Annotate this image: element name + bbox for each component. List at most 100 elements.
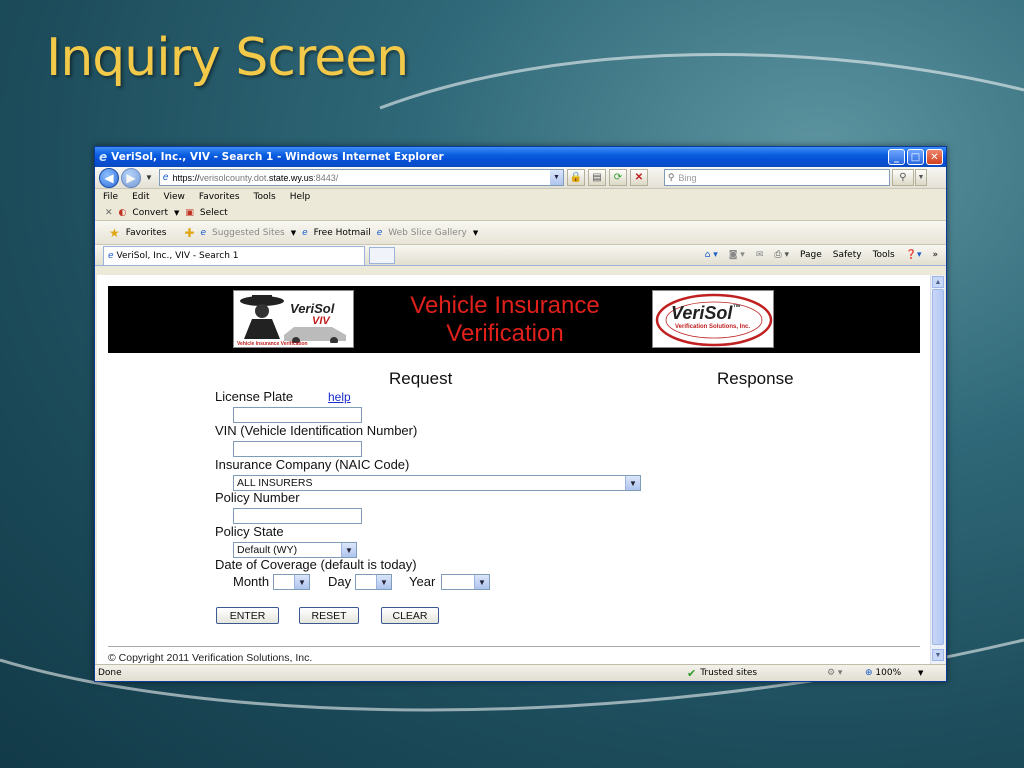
insurance-company-label: Insurance Company (NAIC Code) <box>215 457 410 472</box>
tab-label: VeriSol, Inc., VIV - Search 1 <box>116 250 239 261</box>
banner: VeriSol VIV Vehicle Insurance Verificati… <box>108 286 920 353</box>
back-button[interactable]: ◀ <box>99 167 119 188</box>
chevron-down-icon[interactable]: ▼ <box>341 543 356 557</box>
suggested-sites-link[interactable]: Suggested Sites <box>212 228 285 238</box>
menu-file[interactable]: File <box>103 192 118 202</box>
suggested-sites-icon: e <box>200 227 207 238</box>
address-dropdown-icon[interactable]: ▼ <box>549 170 563 185</box>
chevron-down-icon[interactable]: ▼ <box>625 476 640 490</box>
clear-button[interactable]: CLEAR <box>381 607 439 624</box>
vin-input[interactable] <box>233 441 362 457</box>
chevron-down-icon[interactable]: ▼ <box>376 575 391 589</box>
new-tab-button[interactable] <box>369 246 395 264</box>
lock-icon[interactable]: 🔒 <box>566 169 585 186</box>
search-icon[interactable]: ⚲ <box>891 169 914 186</box>
select-button[interactable]: Select <box>200 208 228 218</box>
slide-title: Inquiry Screen <box>46 28 409 88</box>
policy-state-value: Default (WY) <box>237 544 298 556</box>
menu-help[interactable]: Help <box>290 192 311 202</box>
year-label: Year <box>409 574 436 589</box>
convert-button[interactable]: Convert <box>132 208 168 218</box>
address-input[interactable]: e https:// verisolcounty.dot. state.wy.u… <box>158 169 564 186</box>
convert-icon: ◐ <box>118 207 127 218</box>
more-toolbar-icon[interactable]: » <box>932 250 938 260</box>
month-label: Month <box>233 574 270 589</box>
security-zone[interactable]: ✔ Trusted sites <box>687 667 757 680</box>
scroll-up-icon[interactable]: ▲ <box>932 276 944 288</box>
menu-tools[interactable]: Tools <box>254 192 276 202</box>
response-heading: Response <box>717 369 794 388</box>
maximize-button[interactable]: □ <box>907 149 924 165</box>
add-favorite-icon[interactable]: ✚ <box>184 226 194 240</box>
convert-dropdown-icon[interactable]: ▼ <box>174 209 179 217</box>
minimize-button[interactable]: _ <box>888 149 905 165</box>
menu-view[interactable]: View <box>164 192 185 202</box>
scroll-down-icon[interactable]: ▼ <box>932 649 944 661</box>
vertical-scrollbar[interactable]: ▲ ▼ <box>930 275 945 664</box>
history-dropdown-icon[interactable]: ▼ <box>145 173 153 182</box>
stop-icon[interactable]: ✕ <box>629 169 648 186</box>
favorites-button[interactable]: Favorites <box>126 228 167 238</box>
day-select[interactable]: ▼ <box>355 574 392 590</box>
zoom-icon: ⊕ <box>865 668 873 678</box>
scrollbar-thumb[interactable] <box>932 289 944 645</box>
read-mail-icon[interactable]: ✉ <box>756 250 764 260</box>
help-icon[interactable]: ❓▾ <box>906 250 922 260</box>
chevron-down-icon[interactable]: ▼ <box>474 575 489 589</box>
zoom-dropdown-icon[interactable]: ▼ <box>918 669 923 677</box>
help-link[interactable]: help <box>328 390 351 404</box>
home-icon[interactable]: ⌂ ▾ <box>705 250 718 260</box>
protected-mode-icon[interactable]: ⚙ ▾ <box>827 668 842 678</box>
forward-button[interactable]: ▶ <box>121 167 141 188</box>
search-icon-small: ⚲ <box>667 172 675 182</box>
license-plate-label: License Plate <box>215 389 294 404</box>
security-zone-label: Trusted sites <box>700 668 758 678</box>
feeds-icon[interactable]: ◙ ▾ <box>729 250 745 260</box>
date-of-coverage-label: Date of Coverage (default is today) <box>215 557 417 572</box>
insurance-company-select[interactable]: ALL INSURERS ▼ <box>233 475 641 491</box>
page-menu[interactable]: Page <box>800 250 822 260</box>
command-bar: ✕ ◐ Convert ▼ ▣ Select <box>95 205 946 221</box>
address-toolbar: ◀ ▶ ▼ e https:// verisolcounty.dot. stat… <box>95 167 946 189</box>
status-text: Done <box>98 668 122 678</box>
policy-number-input[interactable] <box>233 508 362 524</box>
menu-edit[interactable]: Edit <box>132 192 149 202</box>
print-icon[interactable]: ⎙ ▾ <box>774 250 789 260</box>
reset-button[interactable]: RESET <box>299 607 359 624</box>
compatibility-view-icon[interactable]: ▤ <box>587 169 606 186</box>
web-slice-gallery-link[interactable]: Web Slice Gallery <box>388 228 467 238</box>
tab-active[interactable]: e VeriSol, Inc., VIV - Search 1 <box>103 245 365 265</box>
menu-favorites[interactable]: Favorites <box>199 192 240 202</box>
free-hotmail-link[interactable]: Free Hotmail <box>314 228 371 238</box>
favorites-star-icon: ★ <box>109 225 120 240</box>
chevron-down-icon[interactable]: ▼ <box>294 575 309 589</box>
year-select[interactable]: ▼ <box>441 574 490 590</box>
refresh-icon[interactable]: ⟳ <box>608 169 627 186</box>
tab-bar: e VeriSol, Inc., VIV - Search 1 ⌂ ▾ ◙ ▾ … <box>95 245 946 266</box>
request-heading: Request <box>389 369 453 388</box>
policy-number-label: Policy Number <box>215 490 300 505</box>
policy-state-select[interactable]: Default (WY) ▼ <box>233 542 357 558</box>
window-titlebar[interactable]: e VeriSol, Inc., VIV - Search 1 - Window… <box>95 147 946 167</box>
search-input[interactable]: ⚲ Bing <box>663 169 890 186</box>
footer-divider <box>108 646 920 647</box>
policy-state-label: Policy State <box>215 524 284 539</box>
enter-button[interactable]: ENTER <box>216 607 279 624</box>
viv-logo-brand: VeriSol <box>290 301 335 316</box>
zoom-control[interactable]: ⊕ 100% ▼ <box>865 668 923 678</box>
verisol-logo-sub: Verification Solutions, Inc. <box>675 324 751 330</box>
month-select[interactable]: ▼ <box>273 574 310 590</box>
license-plate-input[interactable] <box>233 407 362 423</box>
web-slice-dropdown-icon[interactable]: ▼ <box>473 229 478 237</box>
tools-menu[interactable]: Tools <box>873 250 895 260</box>
close-button[interactable]: ✕ <box>926 149 943 165</box>
favorites-bar: ★ Favorites ✚ e Suggested Sites ▼ e Free… <box>95 221 946 245</box>
close-toolbar-icon[interactable]: ✕ <box>105 208 113 218</box>
search-options-dropdown-icon[interactable]: ▼ <box>914 169 927 186</box>
viv-logo-graphic <box>234 291 353 347</box>
url-prefix: verisolcounty.dot. <box>199 172 269 183</box>
safety-menu[interactable]: Safety <box>833 250 862 260</box>
web-slice-icon: e <box>376 227 383 238</box>
suggested-dropdown-icon[interactable]: ▼ <box>291 229 296 237</box>
banner-title-line2: Verification <box>446 320 564 347</box>
